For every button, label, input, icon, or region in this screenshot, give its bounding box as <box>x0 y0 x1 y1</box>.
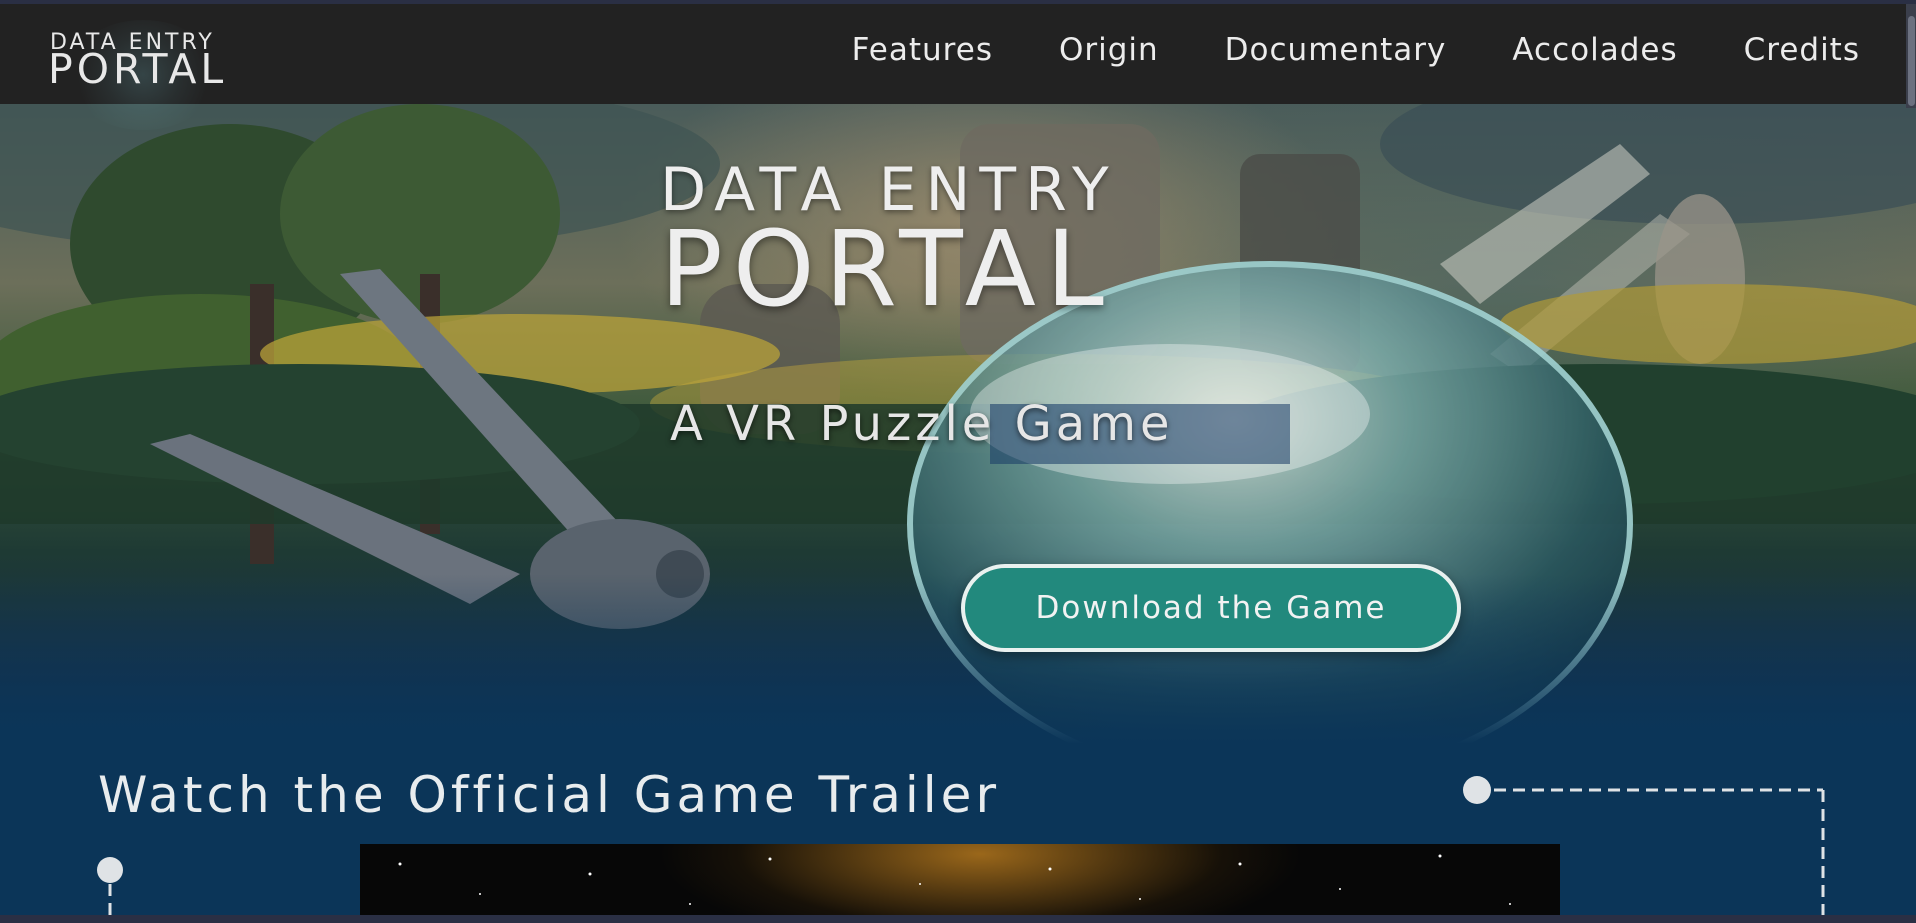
download-game-button[interactable]: Download the Game <box>961 564 1461 652</box>
top-nav: DATA ENTRY PORTAL Features Origin Docume… <box>0 0 1916 130</box>
site-logo[interactable]: DATA ENTRY PORTAL <box>48 20 288 130</box>
logo-line2: PORTAL <box>48 45 228 93</box>
trailer-video[interactable] <box>360 844 1560 923</box>
nav-link-features[interactable]: Features <box>852 32 993 68</box>
nav-links: Features Origin Documentary Accolades Cr… <box>786 32 1860 68</box>
nav-link-accolades[interactable]: Accolades <box>1512 32 1677 68</box>
circle-dot-icon <box>1463 776 1491 804</box>
timeline-decoration-left <box>97 857 123 923</box>
hero-subtitle: A VR Puzzle Game <box>670 396 1174 452</box>
scrollbar-thumb[interactable] <box>1908 16 1915 106</box>
hero-banner: DATA ENTRY PORTAL A VR Puzzle Game Downl… <box>0 104 1916 744</box>
circle-dot-icon <box>97 857 123 883</box>
nav-link-origin[interactable]: Origin <box>1059 32 1159 68</box>
trailer-section: Watch the Official Game Trailer <box>0 744 1916 923</box>
nav-link-credits[interactable]: Credits <box>1744 32 1860 68</box>
hero-title-line2: PORTAL <box>660 208 1114 330</box>
bottom-bar <box>0 915 1916 923</box>
scrollbar[interactable] <box>1906 4 1916 108</box>
trailer-heading: Watch the Official Game Trailer <box>98 766 1001 824</box>
video-icon <box>398 854 1511 905</box>
nav-link-documentary[interactable]: Documentary <box>1225 32 1447 68</box>
hero-logo-title: DATA ENTRY PORTAL <box>660 160 1118 330</box>
page: DATA ENTRY PORTAL Features Origin Docume… <box>0 0 1916 923</box>
